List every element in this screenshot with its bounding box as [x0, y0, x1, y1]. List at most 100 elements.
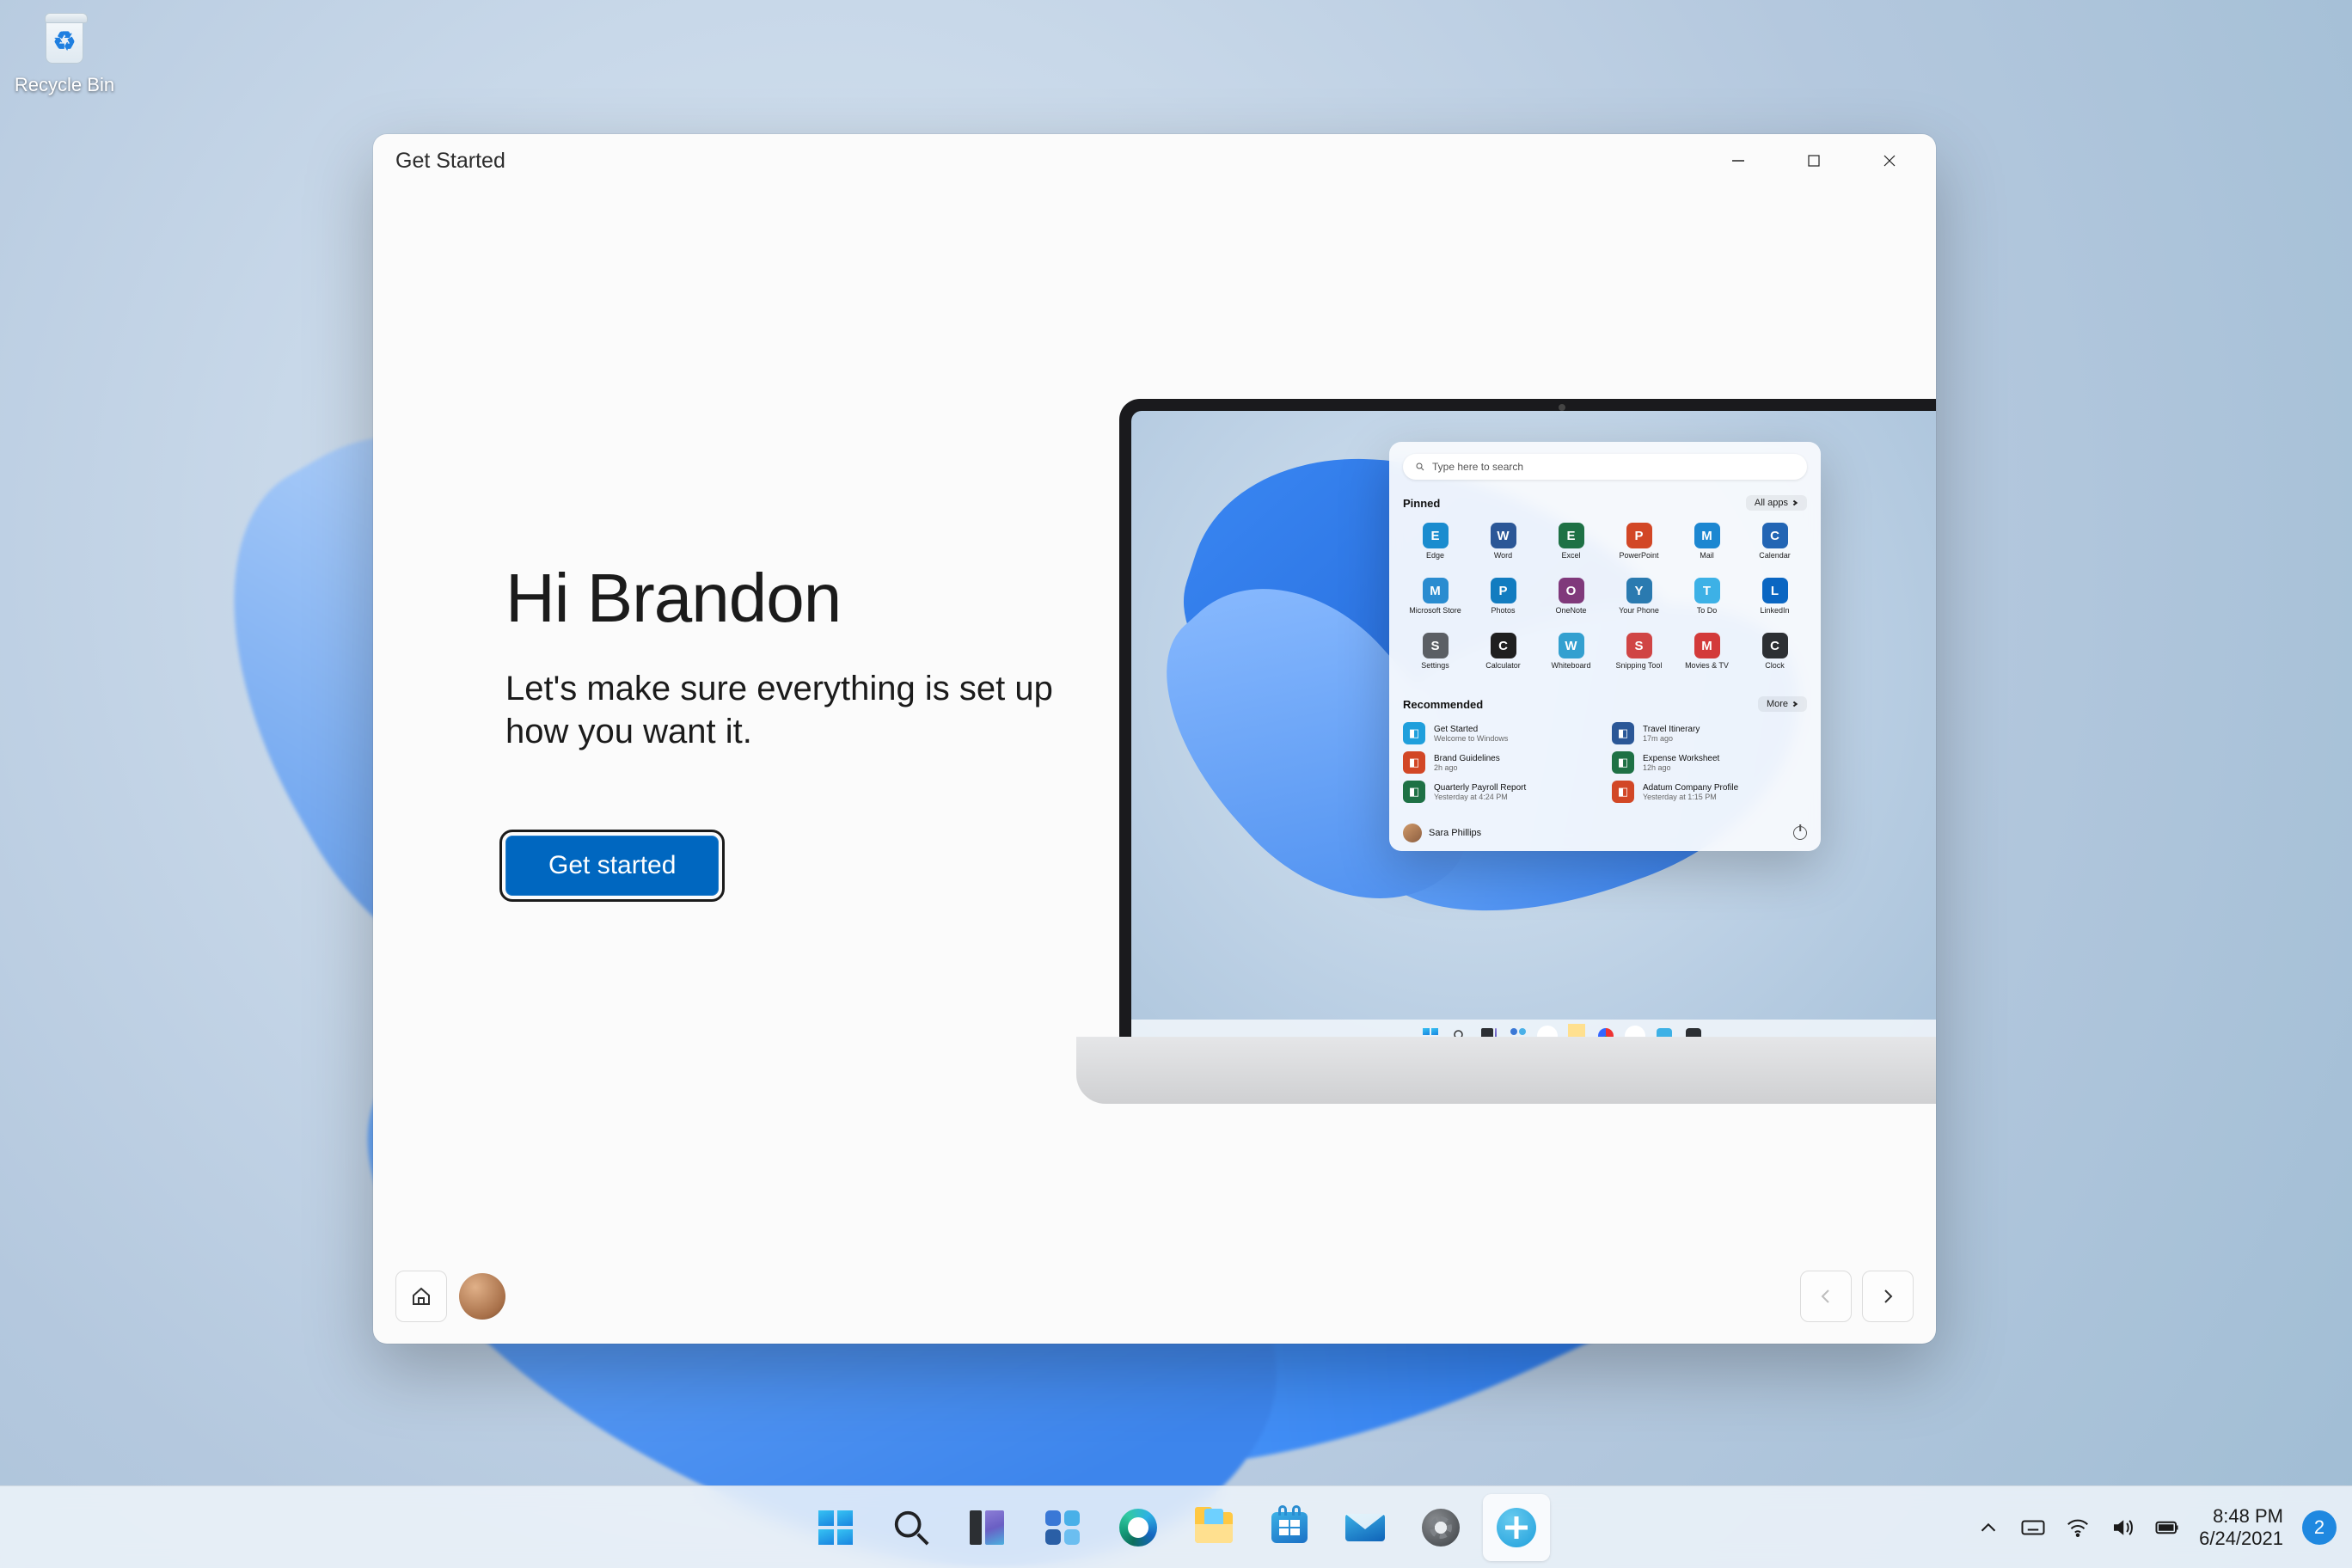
- clock-date: 6/24/2021: [2199, 1528, 2283, 1549]
- app-icon: M: [1694, 633, 1720, 658]
- chevron-up-icon[interactable]: [1975, 1515, 2001, 1540]
- volume-icon[interactable]: [2110, 1515, 2135, 1540]
- app-icon: C: [1762, 633, 1788, 658]
- clock-time: 8:48 PM: [2199, 1505, 2283, 1527]
- rec-title: Quarterly Payroll Report: [1434, 783, 1526, 793]
- app-icon: W: [1491, 523, 1516, 548]
- rec-title: Brand Guidelines: [1434, 754, 1500, 763]
- mail-button[interactable]: [1332, 1494, 1399, 1561]
- clock[interactable]: 8:48 PM 6/24/2021: [2199, 1505, 2283, 1549]
- battery-icon[interactable]: [2154, 1515, 2180, 1540]
- app-icon: E: [1559, 523, 1584, 548]
- rec-title: Get Started: [1434, 725, 1508, 734]
- app-icon: W: [1559, 633, 1584, 658]
- app-icon: S: [1423, 633, 1449, 658]
- widgets-icon: [1045, 1510, 1080, 1545]
- system-tray[interactable]: [1975, 1515, 2180, 1540]
- startmenu-search-placeholder: Type here to search: [1432, 461, 1523, 473]
- app-label: Settings: [1421, 662, 1449, 677]
- edge-icon: [1119, 1509, 1157, 1547]
- more-chip: More: [1758, 696, 1807, 712]
- app-label: Photos: [1491, 607, 1515, 622]
- pinned-app: T To Do: [1675, 574, 1739, 626]
- greeting-subtitle: Let's make sure everything is set up how…: [505, 667, 1107, 753]
- recycle-bin[interactable]: ♻ Recycle Bin: [10, 14, 119, 96]
- wifi-icon[interactable]: [2065, 1515, 2091, 1540]
- app-icon: T: [1694, 578, 1720, 603]
- app-label: Clock: [1765, 662, 1785, 677]
- desktop[interactable]: ♻ Recycle Bin Get Started Hi Brandon: [0, 0, 2352, 1568]
- app-label: Calendar: [1759, 552, 1791, 567]
- recycle-bin-icon: ♻: [37, 14, 92, 69]
- pinned-app: OOneNote: [1539, 574, 1603, 626]
- app-icon: M: [1423, 578, 1449, 603]
- pinned-app: C Clock: [1743, 629, 1807, 681]
- rec-sub: 2h ago: [1434, 763, 1500, 772]
- pinned-label: Pinned: [1403, 497, 1440, 510]
- widgets-button[interactable]: [1029, 1494, 1096, 1561]
- home-button[interactable]: [395, 1271, 447, 1322]
- app-icon: M: [1694, 523, 1720, 548]
- get-started-icon: [1497, 1508, 1536, 1547]
- store-icon: [1271, 1512, 1308, 1543]
- app-label: Whiteboard: [1551, 662, 1590, 677]
- app-icon: O: [1559, 578, 1584, 603]
- pinned-app: CCalculator: [1471, 629, 1535, 681]
- pinned-app: W Whiteboard: [1539, 629, 1603, 681]
- app-label: Word: [1494, 552, 1512, 567]
- doc-icon: ◧: [1612, 751, 1634, 774]
- app-label: Mail: [1700, 552, 1714, 567]
- app-icon: C: [1491, 633, 1516, 658]
- pinned-app: YYour Phone: [1607, 574, 1671, 626]
- taskbar: 8:48 PM 6/24/2021 2: [0, 1485, 2352, 1568]
- pinned-app: CCalendar: [1743, 519, 1807, 571]
- search-button[interactable]: [878, 1494, 945, 1561]
- pinned-app: SSnipping Tool: [1607, 629, 1671, 681]
- notification-badge[interactable]: 2: [2302, 1510, 2337, 1545]
- next-button[interactable]: [1862, 1271, 1914, 1322]
- rec-sub: 17m ago: [1643, 734, 1700, 743]
- close-button[interactable]: [1852, 134, 1927, 187]
- search-icon: [891, 1508, 931, 1547]
- app-label: To Do: [1697, 607, 1718, 622]
- app-label: Movies & TV: [1685, 662, 1729, 677]
- window-title: Get Started: [395, 149, 505, 174]
- avatar-icon: [1403, 824, 1422, 842]
- app-label: Excel: [1561, 552, 1580, 567]
- rec-sub: Welcome to Windows: [1434, 734, 1508, 743]
- task-view-button[interactable]: [953, 1494, 1020, 1561]
- rec-sub: Yesterday at 4:24 PM: [1434, 793, 1526, 801]
- edge-button[interactable]: [1105, 1494, 1172, 1561]
- startmenu-user: Sara Phillips: [1403, 824, 1481, 842]
- start-button[interactable]: [802, 1494, 869, 1561]
- get-started-button[interactable]: Get started: [505, 836, 719, 896]
- pinned-app: MMicrosoft Store: [1403, 574, 1467, 626]
- keyboard-icon[interactable]: [2020, 1515, 2046, 1540]
- mail-icon: [1345, 1514, 1385, 1541]
- app-icon: P: [1626, 523, 1652, 548]
- greeting-heading: Hi Brandon: [505, 559, 1107, 638]
- previous-button[interactable]: [1800, 1271, 1852, 1322]
- user-avatar[interactable]: [459, 1273, 505, 1320]
- minimize-button[interactable]: [1700, 134, 1776, 187]
- app-label: PowerPoint: [1619, 552, 1658, 567]
- search-icon: [1415, 462, 1425, 472]
- app-icon: P: [1491, 578, 1516, 603]
- microsoft-store-button[interactable]: [1256, 1494, 1323, 1561]
- recommended-item: ◧Get StartedWelcome to Windows: [1403, 722, 1598, 744]
- file-explorer-button[interactable]: [1180, 1494, 1247, 1561]
- recommended-item: ◧Brand Guidelines2h ago: [1403, 751, 1598, 774]
- settings-button[interactable]: [1407, 1494, 1474, 1561]
- pinned-app: M Mail: [1675, 519, 1739, 571]
- recommended-item: ◧Expense Worksheet12h ago: [1612, 751, 1807, 774]
- app-label: LinkedIn: [1760, 607, 1789, 622]
- titlebar[interactable]: Get Started: [373, 134, 1936, 187]
- all-apps-chip: All apps: [1746, 495, 1807, 511]
- doc-icon: ◧: [1403, 781, 1425, 803]
- get-started-taskbar-button[interactable]: [1483, 1494, 1550, 1561]
- rec-title: Expense Worksheet: [1643, 754, 1719, 763]
- maximize-button[interactable]: [1776, 134, 1852, 187]
- windows-logo-icon: [818, 1510, 853, 1545]
- pinned-app: M Movies & TV: [1675, 629, 1739, 681]
- rec-title: Travel Itinerary: [1643, 725, 1700, 734]
